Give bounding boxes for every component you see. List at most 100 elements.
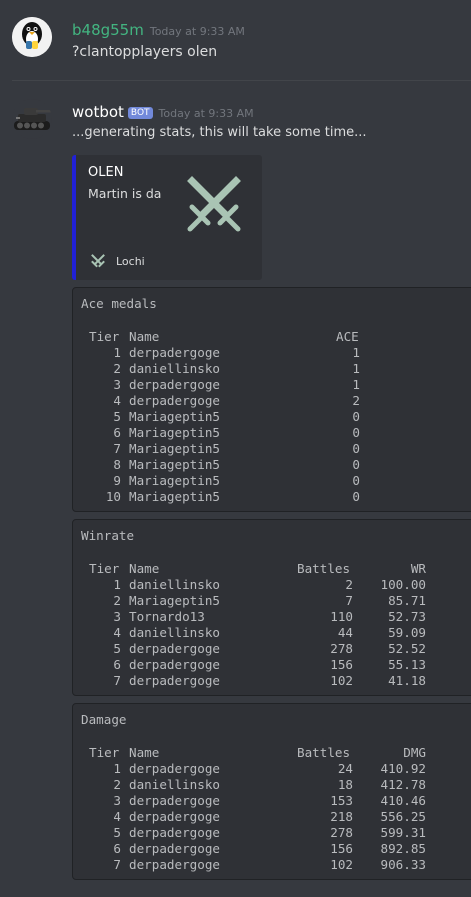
column-header: Battles (297, 561, 351, 576)
cell-tier: 7 (113, 441, 121, 456)
cell-tier: 7 (113, 673, 121, 688)
cell-wr: 85.71 (388, 593, 426, 608)
cell-tier: 3 (113, 609, 121, 624)
table-row: 1 derpadergoge 24 410.92 (73, 761, 471, 777)
column-header: Tier (89, 561, 120, 576)
cell-name: Mariageptin5 (129, 425, 220, 440)
cell-dmg: 892.85 (380, 841, 427, 856)
cell-tier: 2 (113, 593, 121, 608)
cell-battles: 278 (330, 641, 353, 656)
bot-tag: BOT (127, 107, 153, 119)
cell-name: derpadergoge (129, 793, 220, 808)
cell-wr: 41.18 (388, 673, 426, 688)
cell-tier: 5 (113, 409, 121, 424)
code-block-winrate: Winrate Tier Name Battles WR 1 daniellins… (72, 519, 471, 696)
cell-battles: 278 (330, 825, 353, 840)
table-row: 5 Mariageptin5 0 (73, 409, 471, 425)
cell-tier: 2 (113, 777, 121, 792)
cell-tier: 5 (113, 825, 121, 840)
message-author[interactable]: wotbot BOT Today at 9:33 AM (72, 103, 254, 121)
table-row: 8 Mariageptin5 0 (73, 457, 471, 473)
cell-ace: 0 (352, 457, 360, 472)
code-block-ace-medals: Ace medals Tier Name ACE 1 derpadergoge 1 2… (72, 287, 471, 512)
code-block-damage: Damage Tier Name Battles DMG 1 derpadergo… (72, 703, 471, 880)
code-block-title: Damage (81, 712, 127, 727)
cell-name: derpadergoge (129, 345, 220, 360)
table-row: 5 derpadergoge 278 52.52 (73, 641, 471, 657)
cell-name: derpadergoge (129, 825, 220, 840)
cell-tier: 7 (113, 857, 121, 872)
table-row: 1 derpadergoge 1 (73, 345, 471, 361)
cell-ace: 0 (352, 473, 360, 488)
table-row: 2 daniellinsko 18 412.78 (73, 777, 471, 793)
cell-ace: 0 (352, 441, 360, 456)
cell-name: derpadergoge (129, 377, 220, 392)
crossed-swords-icon (90, 253, 106, 269)
cell-battles: 110 (330, 609, 353, 624)
message-author[interactable]: b48g55m Today at 9:33 AM (72, 21, 245, 39)
table-header: Tier Name Battles WR (73, 561, 471, 577)
cell-name: Tornardo13 (129, 609, 205, 624)
cell-name: derpadergoge (129, 809, 220, 824)
cell-tier: 1 (113, 345, 121, 360)
cell-name: daniellinsko (129, 361, 220, 376)
crossed-swords-icon[interactable] (182, 171, 246, 235)
table-row: 4 derpadergoge 2 (73, 393, 471, 409)
cell-tier: 8 (113, 457, 121, 472)
column-header: Tier (89, 745, 120, 760)
message-timestamp: Today at 9:33 AM (149, 25, 245, 38)
table-row: 6 Mariageptin5 0 (73, 425, 471, 441)
table-row: 2 Mariageptin5 7 85.71 (73, 593, 471, 609)
cell-battles: 44 (337, 625, 353, 640)
message-timestamp: Today at 9:33 AM (158, 107, 254, 120)
cell-ace: 0 (352, 409, 360, 424)
message-user: b48g55m Today at 9:33 AM ?clantopplayers … (0, 0, 471, 80)
column-header: WR (410, 561, 426, 576)
cell-battles: 156 (330, 657, 353, 672)
table-row: 3 Tornardo13 110 52.73 (73, 609, 471, 625)
cell-ace: 0 (352, 425, 360, 440)
message-divider (12, 80, 471, 81)
cell-ace: 1 (352, 361, 360, 376)
column-header: ACE (336, 329, 359, 344)
column-header: Name (129, 745, 160, 760)
cell-tier: 10 (105, 489, 121, 504)
cell-name: daniellinsko (129, 577, 220, 592)
cell-name: derpadergoge (129, 761, 220, 776)
table-row: 3 derpadergoge 1 (73, 377, 471, 393)
cell-name: derpadergoge (129, 857, 220, 872)
cell-name: Mariageptin5 (129, 457, 220, 472)
cell-battles: 2 (345, 577, 353, 592)
embed-title: OLEN (88, 165, 124, 180)
cell-tier: 3 (113, 793, 121, 808)
code-block-title: Ace medals (81, 296, 157, 311)
cell-battles: 218 (330, 809, 353, 824)
column-header: Name (129, 561, 160, 576)
cell-name: Mariageptin5 (129, 409, 220, 424)
cell-battles: 7 (345, 593, 353, 608)
author-name[interactable]: wotbot (72, 103, 124, 121)
cell-battles: 156 (330, 841, 353, 856)
cell-ace: 1 (352, 377, 360, 392)
cell-wr: 52.52 (388, 641, 426, 656)
cell-ace: 1 (352, 345, 360, 360)
table-row: 1 daniellinsko 2 100.00 (73, 577, 471, 593)
embed-card: OLEN Martin is da Lochi (72, 155, 262, 280)
cell-name: derpadergoge (129, 393, 220, 408)
cell-tier: 4 (113, 393, 121, 408)
penguin-python-icon[interactable] (12, 17, 52, 57)
table-row: 10 Mariageptin5 0 (73, 489, 471, 505)
cell-tier: 4 (113, 625, 121, 640)
table-header: Tier Name Battles DMG (73, 745, 471, 761)
cell-wr: 55.13 (388, 657, 426, 672)
cell-battles: 153 (330, 793, 353, 808)
table-row: 7 Mariageptin5 0 (73, 441, 471, 457)
cell-tier: 3 (113, 377, 121, 392)
column-header: Tier (89, 329, 120, 344)
author-name[interactable]: b48g55m (72, 21, 144, 39)
table-row: 5 derpadergoge 278 599.31 (73, 825, 471, 841)
cell-tier: 9 (113, 473, 121, 488)
cell-wr: 52.73 (388, 609, 426, 624)
tank-icon[interactable] (12, 99, 52, 139)
cell-tier: 1 (113, 761, 121, 776)
